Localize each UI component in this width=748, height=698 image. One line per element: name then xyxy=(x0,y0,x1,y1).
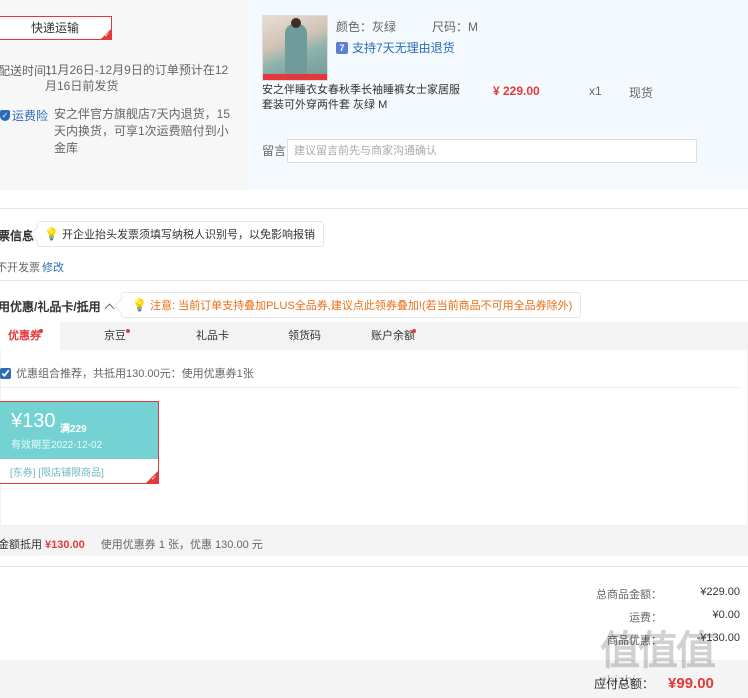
product-name[interactable]: 安之伴睡衣女春秋季长袖睡裤女士家居服套装可外穿两件套 灰绿 M xyxy=(262,83,462,113)
invoice-status-text: 不开发票 xyxy=(0,262,40,274)
shipping-insurance-text: 安之伴官方旗舰店7天内退货，15天内换货，可享1次运费赔付到小金库 xyxy=(54,107,231,155)
divider xyxy=(0,566,748,567)
coupon-section-toggle[interactable]: 用优惠/礼品卡/抵用 xyxy=(0,298,115,315)
summary-label: 总商品金额： xyxy=(596,589,662,601)
divider xyxy=(0,387,740,388)
product-image-tag xyxy=(263,74,327,80)
shipping-insurance-badge[interactable]: ✓ 运费险 xyxy=(0,107,48,124)
total-value: ¥99.00 xyxy=(668,675,714,692)
tab-jingdou-label: 京豆 xyxy=(104,330,126,342)
coupon-card-header: ¥130 满229 有效期至2022-12-02 xyxy=(0,402,158,459)
invoice-status: 不开发票 修改 xyxy=(0,259,64,275)
deduction-amount: ¥130.00 xyxy=(45,539,85,551)
product-color: 颜色：灰绿 xyxy=(336,20,397,34)
deduction-label: 金额抵用 xyxy=(0,539,42,551)
coupon-tip[interactable]: 💡 注意: 当前订单支持叠加PLUS全品券,建议点此领券叠加!(若当前商品不可用… xyxy=(121,292,582,318)
summary-value: ¥229.00 xyxy=(700,586,740,598)
summary-row-subtotal: 总商品金额： ¥229.00 xyxy=(582,586,740,602)
watermark-text: zhizhi xyxy=(600,672,636,688)
invoice-edit-link[interactable]: 修改 xyxy=(42,262,64,274)
shield-icon: ✓ xyxy=(0,110,10,121)
product-image[interactable] xyxy=(262,15,328,81)
seven-day-return-icon: 7 xyxy=(336,41,348,54)
lightbulb-icon: 💡 xyxy=(132,298,147,312)
product-figure xyxy=(285,24,307,76)
coupon-tip-text: 注意: 当前订单支持叠加PLUS全品券,建议点此领券叠加!(若当前商品不可用全品… xyxy=(149,300,573,312)
return-policy: 7 支持7天无理由退货 xyxy=(336,39,455,56)
deduction-summary: 金额抵用 ¥130.00 使用优惠券 1 张，优惠 130.00 元 xyxy=(0,536,263,552)
tab-notification-dot xyxy=(412,329,416,333)
shipping-method-label: 快递运输 xyxy=(30,21,79,35)
lightbulb-icon: 💡 xyxy=(44,227,59,241)
product-quantity: x1 xyxy=(589,84,602,98)
watermark-logo: 值值值 xyxy=(600,629,716,673)
coupon-condition: 满229 xyxy=(60,424,87,435)
divider xyxy=(0,208,748,209)
tab-account-balance-label: 账户余额 xyxy=(371,330,415,342)
tab-coupons-label: 优惠券 xyxy=(8,330,41,342)
coupon-expiry: 有效期至2022-12-02 xyxy=(11,440,103,451)
divider xyxy=(0,280,748,281)
message-label: 留言: xyxy=(262,144,290,158)
deduction-desc: 使用优惠券 1 张，优惠 130.00 元 xyxy=(100,539,263,551)
invoice-tip-text: 开企业抬头发票须填写纳税人识别号，以免影响报销 xyxy=(61,229,315,241)
tab-gift-card[interactable]: 礼品卡 xyxy=(196,322,236,350)
coupon-tabs: 优惠券 京豆 礼品卡 领货码 账户余额 xyxy=(0,322,748,350)
product-stock-status: 现货 xyxy=(629,86,654,100)
product-size: 尺码：M xyxy=(432,20,478,34)
tab-jingdou[interactable]: 京豆 xyxy=(104,322,144,350)
product-figure-head xyxy=(291,18,301,28)
shipping-insurance-label: 运费险 xyxy=(12,109,49,123)
chevron-up-icon xyxy=(104,303,115,314)
check-icon: ✓ xyxy=(151,475,157,482)
tab-pickup-code-label: 领货码 xyxy=(288,330,321,342)
coupon-tags: [东券] [限店铺限商品] xyxy=(10,468,104,479)
delivery-time-text: 11月26日-12月9日的订单预计在12月16日前发货 xyxy=(45,63,229,93)
invoice-section-title: 票信息 xyxy=(0,229,35,243)
tab-notification-dot xyxy=(39,329,43,333)
tab-pickup-code[interactable]: 领货码 xyxy=(288,322,328,350)
combo-text: 优惠组合推荐，共抵用130.00元：使用优惠券1张 xyxy=(16,368,254,380)
tab-gift-card-label: 礼品卡 xyxy=(196,330,229,342)
tab-account-balance[interactable]: 账户余额 xyxy=(371,322,423,350)
combo-checkbox[interactable] xyxy=(0,367,11,379)
product-price: ¥ 229.00 xyxy=(493,84,540,98)
check-icon: ✓ xyxy=(104,32,110,39)
shipping-method-button[interactable]: 快递运输 ✓ xyxy=(0,16,112,40)
invoice-tip: 💡 开企业抬头发票须填写纳税人识别号，以免影响报销 xyxy=(37,221,324,247)
tab-notification-dot xyxy=(126,329,130,333)
return-policy-text: 支持7天无理由退货 xyxy=(352,41,455,55)
message-input[interactable] xyxy=(287,139,697,163)
coupon-card[interactable]: ¥130 满229 有效期至2022-12-02 [东券] [限店铺限商品] ✓ xyxy=(0,401,159,484)
combo-recommendation[interactable]: 优惠组合推荐，共抵用130.00元：使用优惠券1张 xyxy=(0,365,254,381)
coupon-amount: ¥130 xyxy=(11,410,56,432)
coupon-section-title: 用优惠/礼品卡/抵用 xyxy=(0,300,101,314)
tab-coupons[interactable]: 优惠券 xyxy=(0,322,60,350)
